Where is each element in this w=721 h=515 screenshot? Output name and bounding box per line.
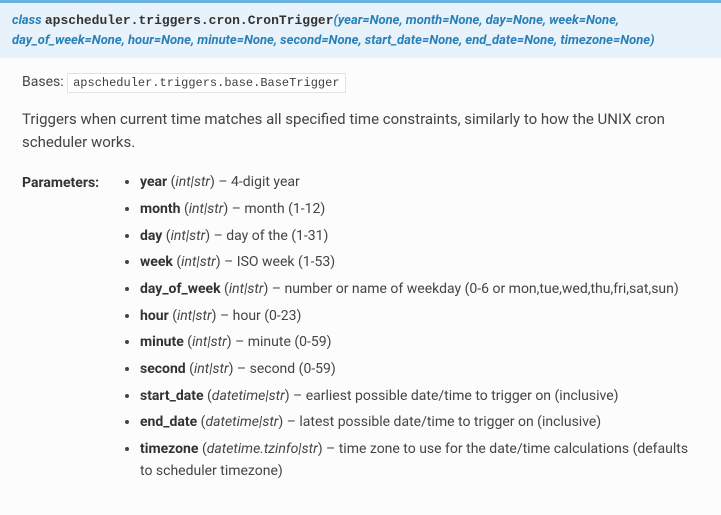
param-type: datetime.tzinfo|str — [207, 441, 318, 457]
param-type: datetime|str — [205, 414, 278, 430]
param-desc: hour (0-23) — [233, 308, 302, 324]
class-body: Bases: apscheduler.triggers.base.BaseTri… — [0, 58, 721, 505]
param-type: int|str — [189, 201, 224, 217]
parameter-item: hour (int|str) – hour (0-23) — [140, 306, 699, 328]
param-name: second — [140, 361, 186, 377]
bases-line: Bases: apscheduler.triggers.base.BaseTri… — [22, 72, 699, 94]
param-type: int|str — [175, 174, 210, 190]
parameters-list: year (int|str) – 4-digit year month (int|… — [122, 172, 699, 487]
param-desc: latest possible date/time to trigger on … — [299, 414, 601, 430]
param-type: int|str — [177, 308, 212, 324]
param-type: int|str — [171, 228, 206, 244]
class-keyword: class — [12, 13, 42, 28]
bases-value: apscheduler.triggers.base.BaseTrigger — [67, 73, 345, 93]
parameter-item: day (int|str) – day of the (1-31) — [140, 226, 699, 248]
param-name: day — [140, 228, 162, 244]
param-type: int|str — [181, 254, 216, 270]
param-name: week — [140, 254, 173, 270]
param-desc: ISO week (1-53) — [237, 254, 335, 270]
param-type: int|str — [229, 281, 264, 297]
class-qualname: apscheduler.triggers.cron.CronTrigger — [45, 13, 334, 28]
parameter-item: day_of_week (int|str) – number or name o… — [140, 279, 699, 301]
parameter-item: timezone (datetime.tzinfo|str) – time zo… — [140, 439, 699, 482]
param-name: start_date — [140, 388, 204, 404]
param-type: int|str — [194, 361, 229, 377]
bases-label: Bases: — [22, 74, 64, 90]
param-name: day_of_week — [140, 281, 221, 297]
parameters-label: Parameters: — [22, 172, 104, 195]
parameter-item: end_date (datetime|str) – latest possibl… — [140, 412, 699, 434]
parameter-item: minute (int|str) – minute (0-59) — [140, 332, 699, 354]
param-desc: second (0-59) — [250, 361, 336, 377]
param-desc: month (1-12) — [244, 201, 325, 217]
class-signature-header: class apscheduler.triggers.cron.CronTrig… — [0, 0, 721, 58]
parameter-item: week (int|str) – ISO week (1-53) — [140, 252, 699, 274]
param-desc: number or name of weekday (0-6 or mon,tu… — [284, 281, 678, 297]
param-name: minute — [140, 334, 184, 350]
param-name: timezone — [140, 441, 198, 457]
parameter-item: month (int|str) – month (1-12) — [140, 199, 699, 221]
param-name: year — [140, 174, 167, 190]
param-type: int|str — [192, 334, 227, 350]
param-name: end_date — [140, 414, 197, 430]
parameters-section: Parameters: year (int|str) – 4-digit yea… — [22, 172, 699, 487]
param-desc: 4-digit year — [231, 174, 300, 190]
param-name: hour — [140, 308, 169, 324]
param-name: month — [140, 201, 180, 217]
class-description: Triggers when current time matches all s… — [22, 108, 699, 155]
param-desc: minute (0-59) — [248, 334, 332, 350]
parameter-item: year (int|str) – 4-digit year — [140, 172, 699, 194]
parameter-item: start_date (datetime|str) – earliest pos… — [140, 386, 699, 408]
param-type: datetime|str — [212, 388, 285, 404]
param-desc: earliest possible date/time to trigger o… — [306, 388, 619, 404]
param-desc: day of the (1-31) — [226, 228, 328, 244]
parameter-item: second (int|str) – second (0-59) — [140, 359, 699, 381]
